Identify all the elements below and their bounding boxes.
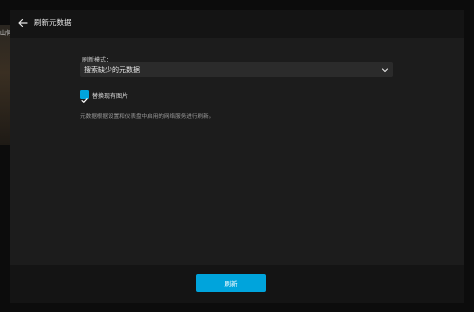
replace-images-label: 替换现有图片 — [92, 93, 129, 100]
checkmark-icon — [81, 98, 88, 103]
dialog-title: 刷新元数据 — [34, 18, 72, 27]
dialog-header: 刷新元数据 — [10, 10, 464, 38]
refresh-help-text: 元数据根据设置和仪表盘中启用的网络服务进行刷新。 — [80, 114, 215, 120]
refresh-button[interactable]: 刷新 — [196, 274, 266, 292]
background-media-thumbnail — [0, 25, 10, 145]
dialog-footer: 刷新 — [10, 265, 464, 303]
refresh-mode-value: 搜索缺少的元数据 — [84, 66, 140, 74]
background-partial-text: 山何伯 — [0, 30, 10, 36]
chevron-down-icon — [381, 68, 389, 73]
refresh-metadata-dialog: 刷新元数据 刷新模式： 搜索缺少的元数据 替换现有图片 元数据根据设置和仪表盘中… — [10, 10, 464, 303]
refresh-mode-select[interactable]: 搜索缺少的元数据 — [80, 62, 393, 77]
replace-images-checkbox[interactable] — [80, 90, 89, 103]
back-button[interactable] — [16, 16, 30, 30]
arrow-left-icon — [18, 18, 28, 28]
